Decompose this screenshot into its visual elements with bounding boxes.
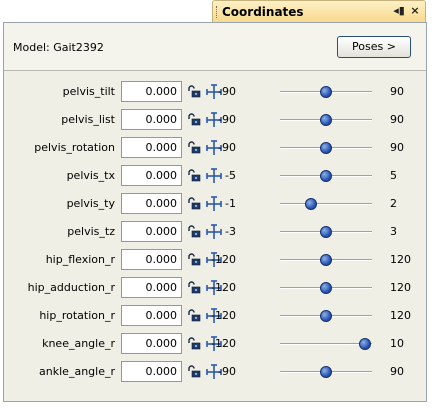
range-min-label: -1 (225, 197, 236, 210)
range-min-label: -120 (211, 281, 236, 294)
slider-thumb[interactable] (320, 226, 332, 238)
slider-thumb[interactable] (320, 282, 332, 294)
clamp-icon[interactable] (205, 195, 223, 213)
tab-title: Coordinates (222, 5, 304, 19)
slider-thumb[interactable] (320, 142, 332, 154)
range-max-label: 3 (390, 225, 397, 238)
clamp-icon[interactable] (205, 223, 223, 241)
range-min-label: -120 (211, 337, 236, 350)
lock-icon[interactable] (187, 337, 201, 350)
coordinate-name: pelvis_ty (66, 197, 115, 210)
coordinate-name: pelvis_tz (67, 225, 115, 238)
range-min-label: -5 (225, 169, 236, 182)
coordinate-row: knee_angle_r 0.000 -120 10 (4, 333, 426, 355)
coordinate-value-field[interactable]: 0.000 (121, 81, 182, 102)
coordinate-value-field[interactable]: 0.000 (121, 305, 182, 326)
range-max-label: 5 (390, 169, 397, 182)
clamp-icon[interactable] (205, 167, 223, 185)
lock-icon[interactable] (187, 225, 201, 238)
slider-thumb[interactable] (320, 114, 332, 126)
range-min-label: -90 (218, 141, 236, 154)
range-min-label: -90 (218, 365, 236, 378)
slider-thumb[interactable] (320, 86, 332, 98)
coordinates-tab[interactable]: Coordinates ◂▮ × (212, 0, 426, 22)
range-min-label: -120 (211, 309, 236, 322)
lock-icon[interactable] (187, 169, 201, 182)
range-max-label: 10 (390, 337, 404, 350)
range-max-label: 90 (390, 141, 404, 154)
pin-icon[interactable]: ◂▮ (391, 4, 407, 18)
lock-icon[interactable] (187, 85, 201, 98)
coordinate-row: pelvis_ty 0.000 -1 2 (4, 193, 426, 215)
slider-thumb[interactable] (358, 338, 371, 350)
coordinate-row: hip_rotation_r 0.000 -120 120 (4, 305, 426, 327)
coordinate-row: pelvis_tilt 0.000 -90 90 (4, 81, 426, 103)
coordinate-value-field[interactable]: 0.000 (121, 137, 182, 158)
range-min-label: -3 (225, 225, 236, 238)
coordinate-row: pelvis_list 0.000 -90 90 (4, 109, 426, 131)
slider-track[interactable] (280, 203, 372, 205)
slider-thumb[interactable] (304, 198, 317, 210)
coordinate-name: hip_adduction_r (27, 281, 115, 294)
coordinate-name: knee_angle_r (42, 337, 115, 350)
coordinate-row: pelvis_tz 0.000 -3 3 (4, 221, 426, 243)
coordinate-value-field[interactable]: 0.000 (121, 249, 182, 270)
tab-grip[interactable] (216, 6, 220, 18)
coordinate-value-field[interactable]: 0.000 (121, 165, 182, 186)
lock-icon[interactable] (187, 253, 201, 266)
poses-button[interactable]: Poses > (337, 36, 411, 58)
coordinate-row: ankle_angle_r 0.000 -90 90 (4, 361, 426, 383)
range-max-label: 120 (390, 253, 411, 266)
model-label: Model: Gait2392 (13, 41, 104, 54)
range-max-label: 90 (390, 113, 404, 126)
slider-thumb[interactable] (320, 254, 332, 266)
range-max-label: 90 (390, 365, 404, 378)
coordinate-name: pelvis_rotation (34, 141, 115, 154)
slider-thumb[interactable] (320, 310, 332, 322)
range-min-label: -90 (218, 85, 236, 98)
lock-icon[interactable] (187, 281, 201, 294)
coordinate-name: hip_flexion_r (45, 253, 115, 266)
coordinate-value-field[interactable]: 0.000 (121, 361, 182, 382)
range-min-label: -90 (218, 113, 236, 126)
lock-icon[interactable] (187, 365, 201, 378)
slider-thumb[interactable] (320, 170, 332, 182)
coordinates-panel: Model: Gait2392 Poses > pelvis_tilt 0.000… (3, 22, 427, 402)
range-max-label: 90 (390, 85, 404, 98)
coordinate-value-field[interactable]: 0.000 (121, 109, 182, 130)
coordinate-name: pelvis_tx (66, 169, 115, 182)
coordinate-value-field[interactable]: 0.000 (121, 333, 182, 354)
coordinate-name: hip_rotation_r (39, 309, 115, 322)
coordinate-row: pelvis_tx 0.000 -5 5 (4, 165, 426, 187)
lock-icon[interactable] (187, 113, 201, 126)
lock-icon[interactable] (187, 141, 201, 154)
coordinate-row: hip_flexion_r 0.000 -120 120 (4, 249, 426, 271)
range-max-label: 2 (390, 197, 397, 210)
coordinate-name: ankle_angle_r (39, 365, 115, 378)
lock-icon[interactable] (187, 309, 201, 322)
model-bar: Model: Gait2392 Poses > (4, 23, 426, 71)
slider-thumb[interactable] (320, 366, 332, 378)
coordinate-value-field[interactable]: 0.000 (121, 221, 182, 242)
coordinate-name: pelvis_tilt (62, 85, 115, 98)
coordinate-name: pelvis_list (61, 113, 115, 126)
range-max-label: 120 (390, 309, 411, 322)
coordinate-value-field[interactable]: 0.000 (121, 277, 182, 298)
close-icon[interactable]: × (408, 4, 422, 18)
lock-icon[interactable] (187, 197, 201, 210)
range-max-label: 120 (390, 281, 411, 294)
range-min-label: -120 (211, 253, 236, 266)
coordinate-row: hip_adduction_r 0.000 -120 120 (4, 277, 426, 299)
coordinate-value-field[interactable]: 0.000 (121, 193, 182, 214)
coordinate-row: pelvis_rotation 0.000 -90 90 (4, 137, 426, 159)
